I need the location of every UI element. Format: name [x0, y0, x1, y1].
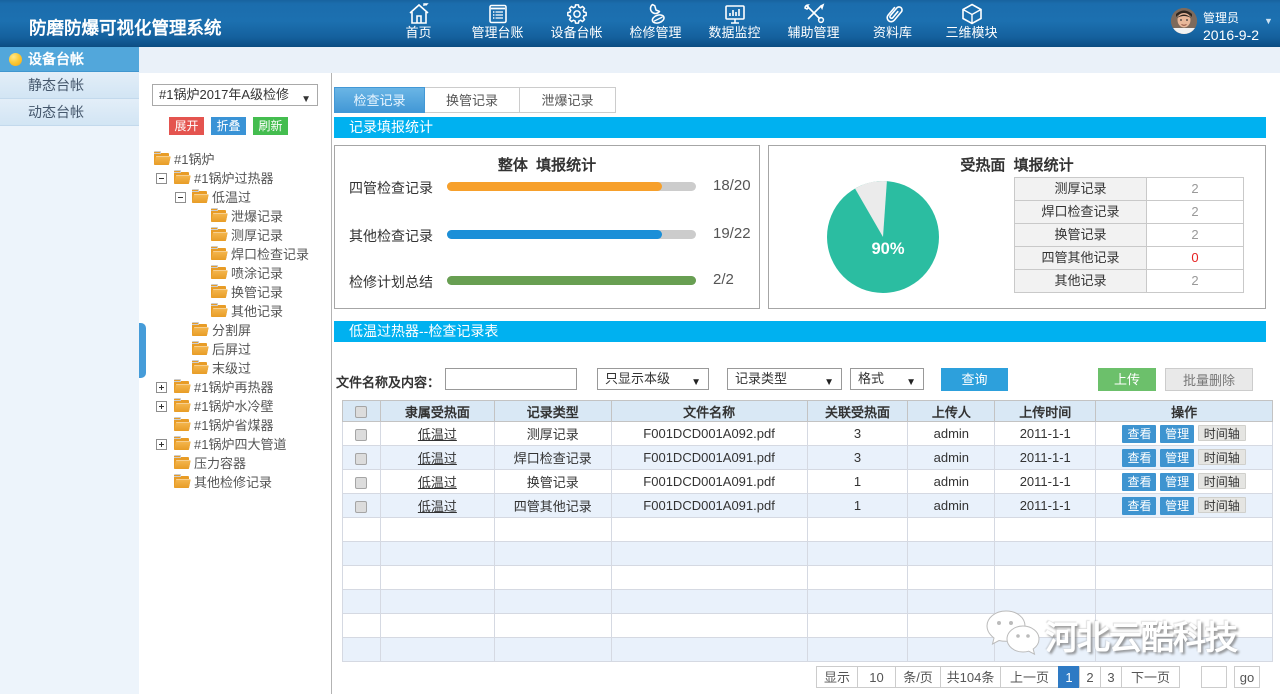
svg-text:90%: 90% [871, 240, 904, 258]
